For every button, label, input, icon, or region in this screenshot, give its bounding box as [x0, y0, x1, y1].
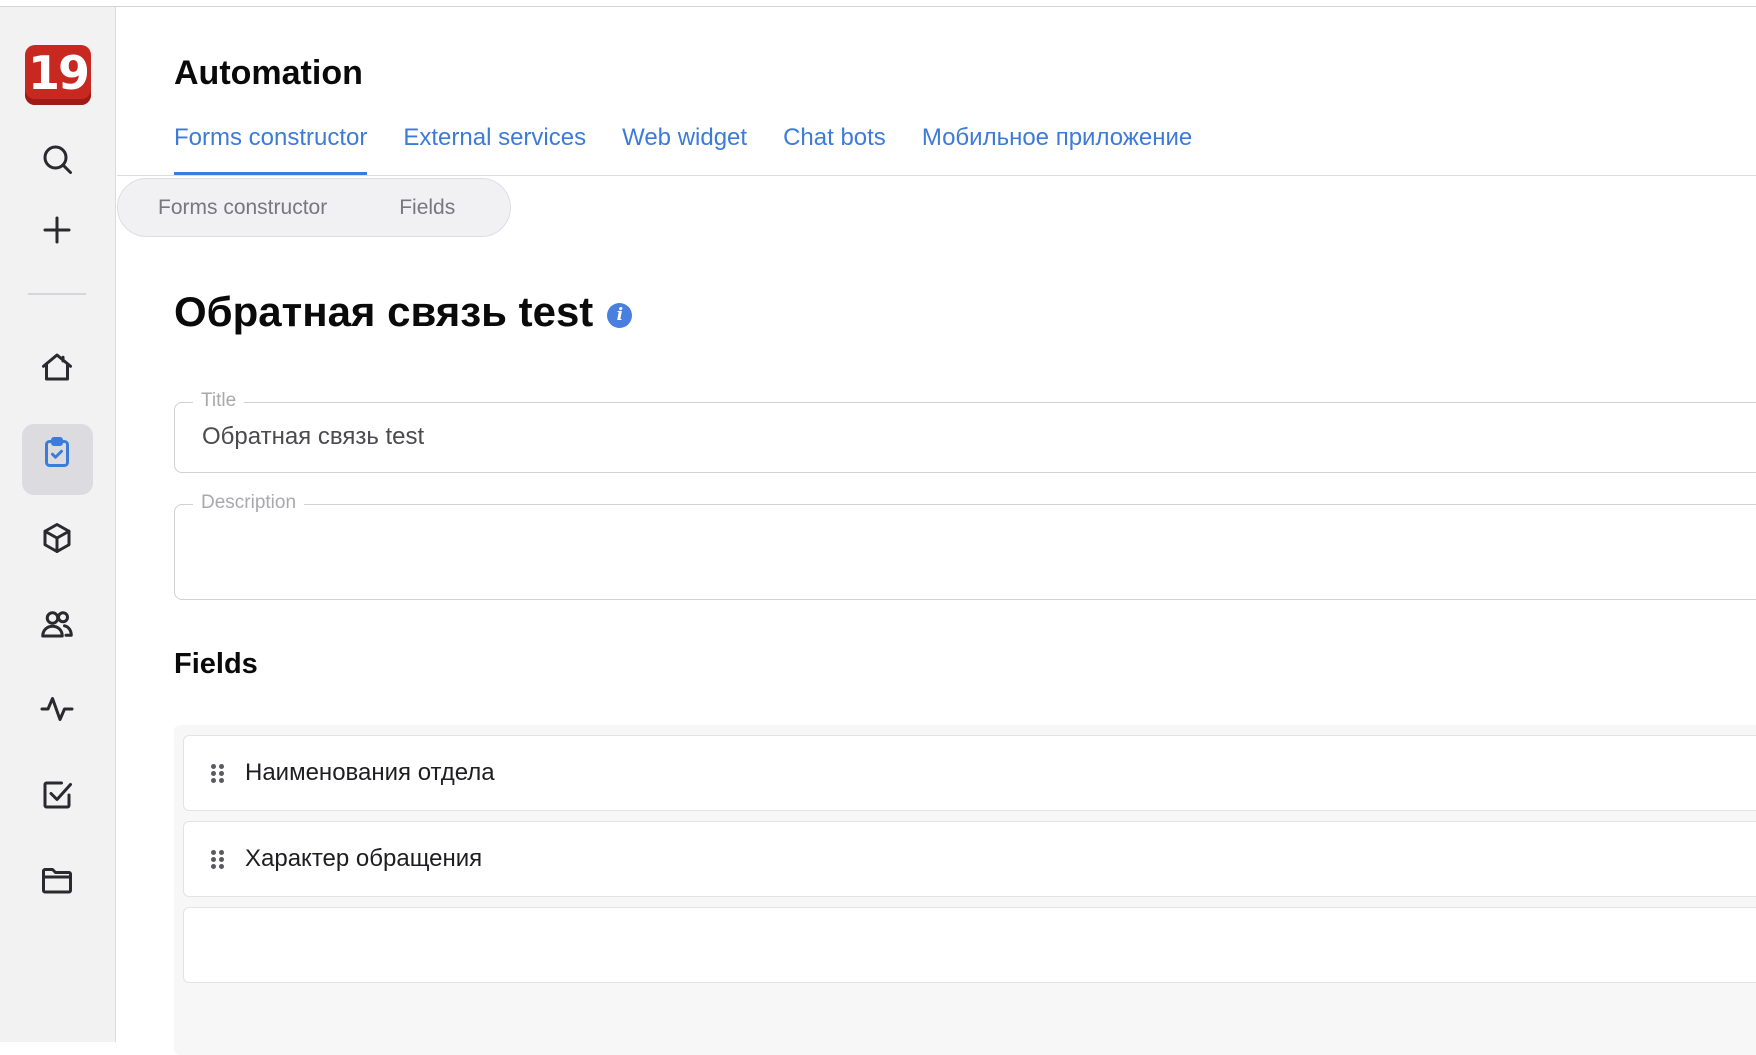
- cube-icon[interactable]: [36, 517, 78, 559]
- list-item[interactable]: Наименования отдела: [183, 735, 1756, 811]
- section-tabs: Forms constructor External services Web …: [174, 124, 1192, 175]
- sidebar-divider: [28, 293, 86, 295]
- main-content: Automation Forms constructor External se…: [117, 8, 1756, 1055]
- sidebar: 19: [0, 7, 116, 1042]
- tab-external-services[interactable]: External services: [403, 124, 586, 175]
- fields-section-title: Fields: [174, 648, 258, 680]
- description-field[interactable]: Description: [174, 492, 1756, 600]
- breadcrumb-forms-constructor[interactable]: Forms constructor: [158, 196, 327, 220]
- activity-icon[interactable]: [36, 688, 78, 730]
- home-icon[interactable]: [36, 346, 78, 388]
- form-heading-row: Обратная связь test i: [174, 288, 633, 336]
- form-heading: Обратная связь test: [174, 288, 594, 335]
- list-item-label: Наименования отдела: [245, 759, 495, 786]
- window-top-border: [0, 0, 1756, 7]
- users-icon[interactable]: [36, 603, 78, 645]
- search-icon[interactable]: [36, 138, 78, 180]
- list-item-partial[interactable]: [183, 907, 1756, 983]
- tab-mobile-app[interactable]: Мобильное приложение: [922, 124, 1192, 175]
- list-item[interactable]: Характер обращения: [183, 821, 1756, 897]
- fields-list: Наименования отдела Характер обращения: [174, 725, 1756, 1055]
- list-item-label: Характер обращения: [245, 845, 483, 872]
- breadcrumb: Forms constructor Fields: [117, 178, 511, 237]
- tab-chat-bots[interactable]: Chat bots: [783, 124, 886, 175]
- plus-icon[interactable]: [36, 209, 78, 251]
- info-icon[interactable]: i: [607, 302, 633, 328]
- checkbox-icon[interactable]: [36, 774, 78, 816]
- title-field-value[interactable]: Обратная связь test: [202, 423, 424, 451]
- tab-web-widget[interactable]: Web widget: [622, 124, 747, 175]
- breadcrumb-fields[interactable]: Fields: [399, 196, 455, 220]
- page-title: Automation: [174, 54, 363, 92]
- title-field[interactable]: Title Обратная связь test: [174, 390, 1756, 473]
- drag-handle-icon[interactable]: [211, 850, 225, 869]
- drag-handle-icon[interactable]: [211, 764, 225, 783]
- clipboard-check-icon[interactable]: [36, 431, 78, 473]
- app-logo[interactable]: 19: [25, 45, 91, 105]
- title-field-label: Title: [193, 390, 245, 412]
- folder-icon[interactable]: [36, 859, 78, 901]
- tabs-divider: [117, 175, 1756, 176]
- tab-forms-constructor[interactable]: Forms constructor: [174, 124, 368, 175]
- description-field-label: Description: [193, 492, 305, 514]
